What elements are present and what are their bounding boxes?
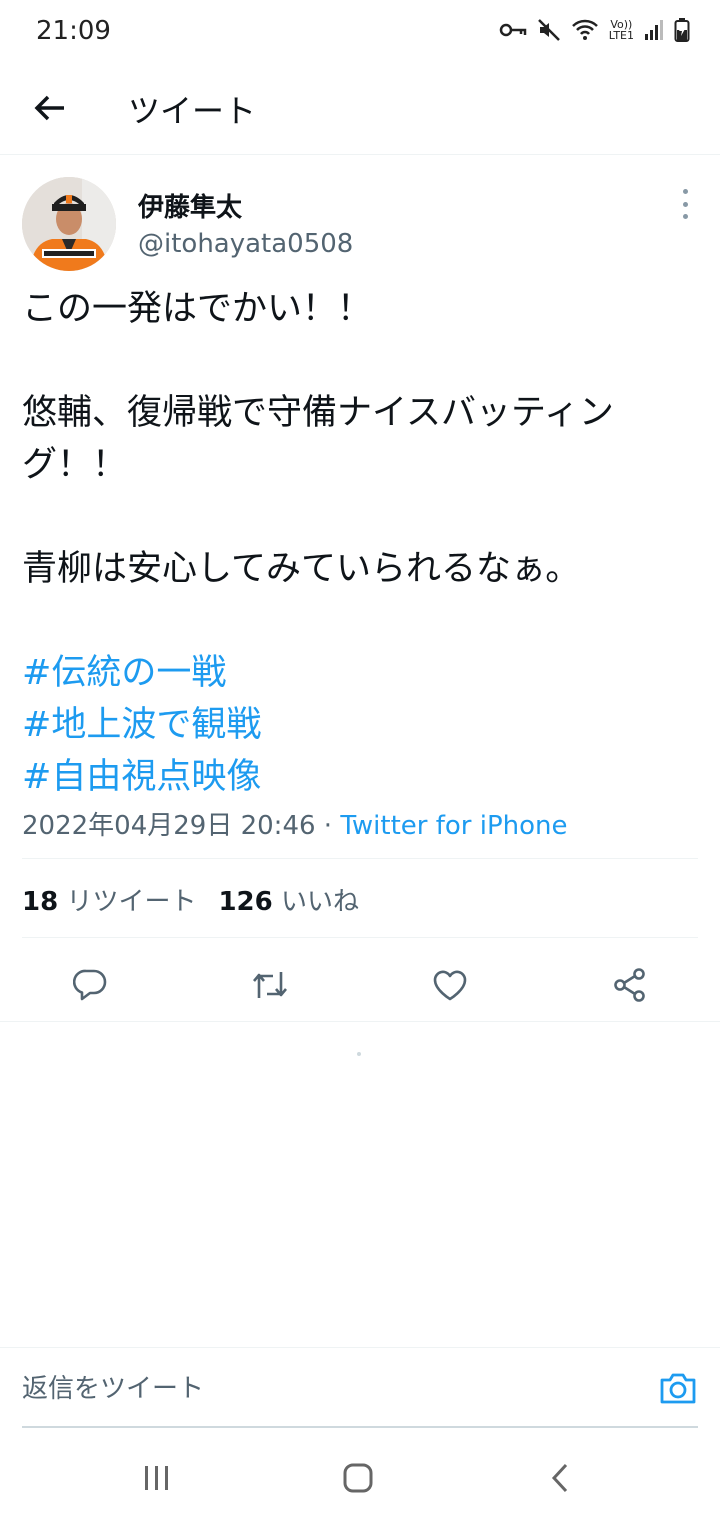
tweet-line: この一発はでかい！！ xyxy=(22,289,373,329)
more-dot-icon xyxy=(682,201,688,207)
like-button[interactable] xyxy=(420,955,480,1015)
camera-button[interactable] xyxy=(658,1368,698,1408)
divider xyxy=(22,937,698,938)
user-handle[interactable]: @itohayata0508 xyxy=(138,229,353,259)
vpn-key-icon xyxy=(499,20,527,40)
hashtag-link[interactable]: #伝統の一戦 xyxy=(22,647,698,699)
app-header: ツイート xyxy=(0,68,720,155)
like-stat[interactable]: 126 いいね xyxy=(218,887,359,917)
page-title: ツイート xyxy=(128,92,257,130)
tweet-timestamp: 2022年04月29日 20:46 xyxy=(22,811,316,841)
divider xyxy=(22,858,698,859)
recent-apps-button[interactable] xyxy=(137,1458,177,1498)
display-name[interactable]: 伊藤隼太 xyxy=(138,187,242,224)
tweet-source-link[interactable]: Twitter for iPhone xyxy=(340,811,567,841)
retweet-button[interactable] xyxy=(240,955,300,1015)
tweet-text: この一発はでかい！！ 悠輔、復帰戦で守備ナイスバッティン グ！！ 青柳は安心して… xyxy=(22,283,698,803)
like-count: 126 xyxy=(218,887,273,917)
share-button[interactable] xyxy=(600,955,660,1015)
retweet-stat[interactable]: 18 リツイート xyxy=(22,887,196,917)
back-button[interactable] xyxy=(28,86,72,130)
divider xyxy=(0,1021,720,1022)
wifi-icon xyxy=(571,19,599,41)
volte-icon: Vo)) LTE1 xyxy=(609,19,634,41)
tweet-stats: 18 リツイート 126 いいね xyxy=(22,881,359,918)
loading-indicator xyxy=(357,1052,361,1056)
more-dot-icon xyxy=(682,189,688,194)
reply-button[interactable] xyxy=(60,955,120,1015)
recent-apps-icon xyxy=(145,1466,168,1490)
heart-icon xyxy=(433,970,467,1001)
reply-icon xyxy=(73,969,107,1001)
reply-bar: 返信をツイート xyxy=(0,1347,720,1428)
retweet-label: リツイート xyxy=(66,887,197,917)
retweet-icon xyxy=(253,972,287,998)
share-icon xyxy=(614,968,645,1002)
more-options-button[interactable] xyxy=(672,189,698,219)
meta-separator: · xyxy=(315,811,341,841)
tweet-actions xyxy=(0,955,720,1021)
hashtag-link[interactable]: #自由視点映像 xyxy=(22,751,698,803)
tweet-line: グ！！ xyxy=(22,445,128,485)
status-time: 21:09 xyxy=(36,16,111,46)
battery-icon xyxy=(674,18,690,42)
system-back-button[interactable] xyxy=(540,1458,580,1498)
retweet-count: 18 xyxy=(22,887,59,917)
status-icons: Vo)) LTE1 xyxy=(499,18,690,42)
signal-icon xyxy=(644,19,664,41)
tweet-meta: 2022年04月29日 20:46 · Twitter for iPhone xyxy=(22,805,568,842)
avatar[interactable] xyxy=(22,177,116,271)
tweet-line: 青柳は安心してみていられるなぁ。 xyxy=(22,549,581,589)
reply-input-underline xyxy=(22,1426,698,1428)
hashtag-link[interactable]: #地上波で観戦 xyxy=(22,699,698,751)
mute-icon xyxy=(537,18,561,42)
tweet-line: 悠輔、復帰戦で守備ナイスバッティン xyxy=(22,393,614,433)
system-nav-bar xyxy=(0,1430,720,1520)
home-icon xyxy=(343,1463,373,1493)
more-dot-icon xyxy=(682,214,688,219)
camera-icon xyxy=(660,1373,696,1404)
like-label: いいね xyxy=(281,887,360,917)
home-button[interactable] xyxy=(338,1458,378,1498)
status-bar: 21:09 Vo)) LTE1 xyxy=(0,0,720,68)
volte-bottom-label: LTE1 xyxy=(608,29,634,42)
back-icon xyxy=(551,1463,568,1493)
reply-input[interactable]: 返信をツイート xyxy=(22,1368,204,1405)
arrow-left-icon xyxy=(34,95,64,121)
